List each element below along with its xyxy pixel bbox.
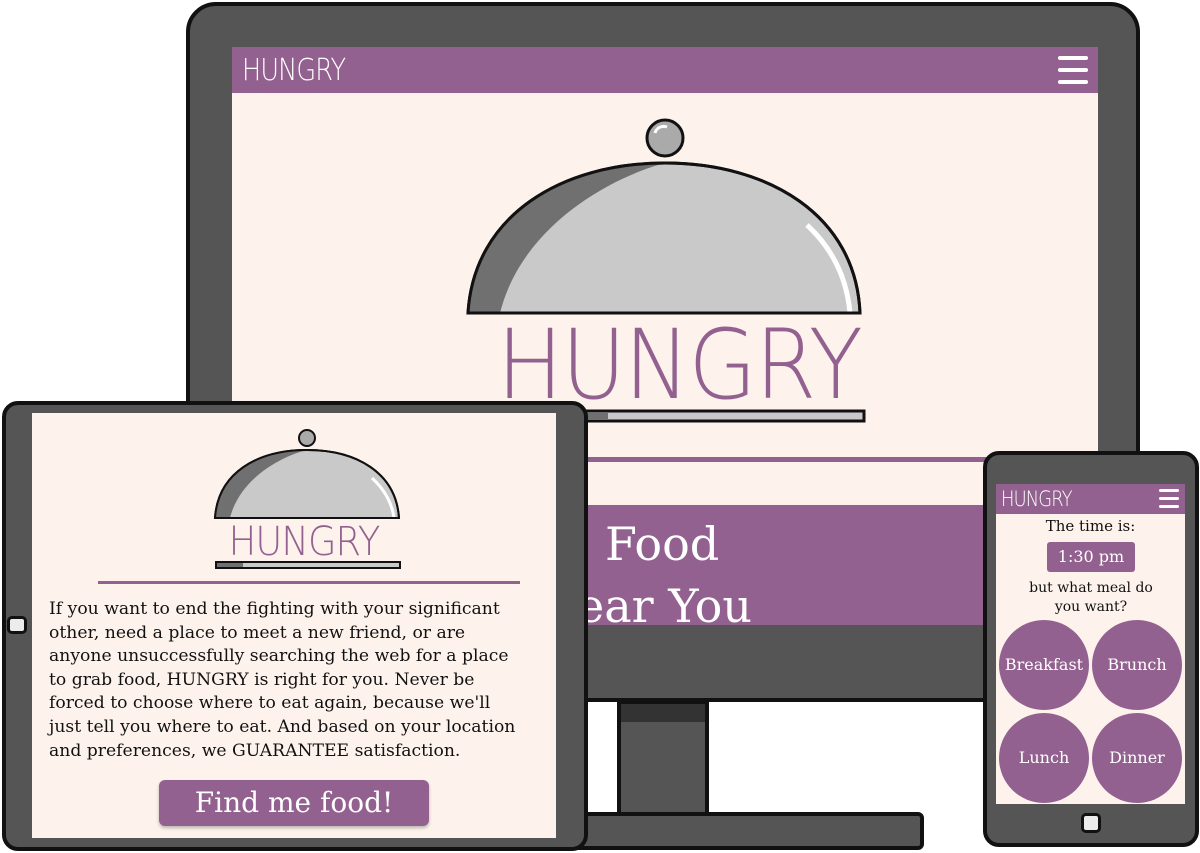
desktop-header: HUNGRY xyxy=(232,47,1098,93)
brunch-button[interactable]: Brunch xyxy=(1092,620,1182,710)
time-value: 1:30 pm xyxy=(1047,542,1135,572)
monitor-stand-neck xyxy=(617,700,709,818)
monitor-stand-base xyxy=(560,812,924,850)
phone-header: HUNGRY xyxy=(996,484,1185,514)
find-me-food-button[interactable]: Find me food! xyxy=(159,780,429,826)
copy-line: forced to choose where to eat again, bec… xyxy=(49,693,491,714)
phone-brand[interactable]: HUNGRY xyxy=(1001,487,1073,511)
desktop-brand[interactable]: HUNGRY xyxy=(242,53,346,88)
phone-home-button[interactable] xyxy=(1081,813,1101,833)
desktop-banner-line1: Food xyxy=(605,517,720,571)
desktop-divider xyxy=(572,457,992,462)
phone-screen: HUNGRY The time is: 1:30 pm but what mea… xyxy=(996,484,1185,804)
dinner-button[interactable]: Dinner xyxy=(1092,713,1182,803)
tablet-home-button[interactable] xyxy=(7,616,27,634)
copy-line: and preferences, we GUARANTEE satisfacti… xyxy=(49,740,461,761)
copy-line: just tell you where to eat. And based on… xyxy=(49,716,516,737)
tablet-logo-text: HUNGRY xyxy=(228,519,381,565)
copy-line: If you want to end the fighting with you… xyxy=(49,599,500,619)
hamburger-icon[interactable] xyxy=(1159,489,1179,509)
time-label: The time is: xyxy=(1045,517,1136,535)
hamburger-icon[interactable] xyxy=(1058,56,1088,84)
copy-line: anyone unsuccessfully searching the web … xyxy=(49,646,509,667)
tablet-divider xyxy=(98,581,520,584)
tablet-screen: HUNGRY If you want to end the fighting w… xyxy=(32,413,556,838)
copy-line: other, need a place to meet a new friend… xyxy=(49,622,466,643)
copy-line: to grab food, HUNGRY is right for you. N… xyxy=(49,669,475,690)
breakfast-button[interactable]: Breakfast xyxy=(999,620,1089,710)
meal-question: but what meal do you want? xyxy=(1029,580,1153,615)
tablet-description: If you want to end the fighting with you… xyxy=(49,598,549,763)
desktop-banner-line2: ear You xyxy=(577,579,752,625)
lunch-button[interactable]: Lunch xyxy=(999,713,1089,803)
